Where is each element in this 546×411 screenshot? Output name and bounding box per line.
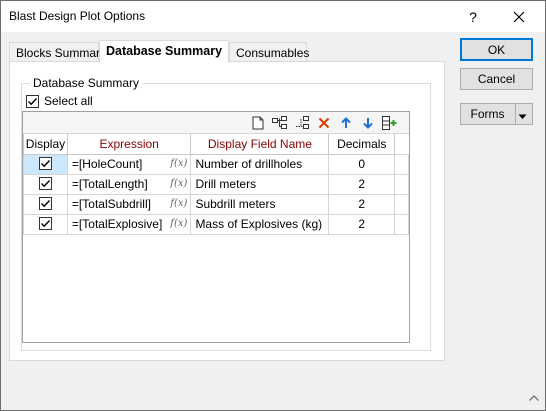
tab-label: Blocks Summary xyxy=(16,46,107,60)
group-label: Database Summary xyxy=(30,76,143,90)
new-row-icon[interactable] xyxy=(249,115,267,131)
header-filler xyxy=(394,134,409,154)
row-filler xyxy=(394,213,409,235)
cancel-button[interactable]: Cancel xyxy=(460,68,533,90)
tab-database-summary[interactable]: Database Summary xyxy=(99,40,229,63)
ok-label: OK xyxy=(487,42,506,57)
expression-text: =[TotalExplosive] xyxy=(71,217,163,231)
decimals-cell[interactable]: 0 xyxy=(328,153,396,175)
function-icon[interactable]: f(x) xyxy=(170,218,187,229)
ok-button[interactable]: OK xyxy=(460,38,533,61)
forms-split-divider xyxy=(515,104,516,124)
checkbox-icon[interactable] xyxy=(38,216,52,230)
table-row[interactable]: =[TotalLength] f(x) Drill meters 2 xyxy=(23,173,409,195)
row-filler xyxy=(394,173,409,195)
add-child-icon[interactable] xyxy=(293,115,311,131)
display-checkbox-cell[interactable] xyxy=(23,153,68,175)
checkbox-icon[interactable] xyxy=(38,176,52,190)
checkbox-icon xyxy=(26,94,39,108)
tab-label: Consumables xyxy=(236,46,310,60)
function-icon[interactable]: f(x) xyxy=(170,198,187,209)
insert-row-icon[interactable] xyxy=(271,115,289,131)
select-all-checkbox[interactable]: Select all xyxy=(26,94,93,108)
column-header-expression[interactable]: Expression xyxy=(66,134,192,155)
checkbox-icon[interactable] xyxy=(38,196,52,210)
summary-table: Display Expression Display Field Name De… xyxy=(23,134,409,235)
move-up-icon[interactable] xyxy=(337,115,355,131)
column-header-display-field-name[interactable]: Display Field Name xyxy=(190,134,330,155)
function-icon[interactable]: f(x) xyxy=(170,178,187,189)
expression-cell[interactable]: =[HoleCount] f(x) xyxy=(66,153,192,175)
insert-column-icon[interactable] xyxy=(381,115,399,131)
field-name-cell[interactable]: Subdrill meters xyxy=(190,193,330,215)
function-icon[interactable]: f(x) xyxy=(170,158,187,169)
close-button[interactable] xyxy=(497,1,541,32)
move-down-icon[interactable] xyxy=(359,115,377,131)
title-bar: Blast Design Plot Options ? xyxy=(1,1,545,32)
tab-blocks-summary[interactable]: Blocks Summary xyxy=(9,42,106,62)
help-button[interactable]: ? xyxy=(451,1,495,32)
tab-consumables[interactable]: Consumables xyxy=(229,42,310,62)
close-icon xyxy=(513,11,525,22)
table-row[interactable]: =[TotalExplosive] f(x) Mass of Explosives… xyxy=(23,213,409,235)
expression-cell[interactable]: =[TotalSubdrill] f(x) xyxy=(66,193,192,215)
field-name-cell[interactable]: Number of drillholes xyxy=(190,153,330,175)
column-header-decimals[interactable]: Decimals xyxy=(328,134,396,155)
forms-label: Forms xyxy=(470,107,505,121)
row-filler xyxy=(394,153,409,175)
select-all-label: Select all xyxy=(44,94,93,108)
tab-panel: Database Summary Select all Display Expr… xyxy=(9,61,445,361)
column-header-display[interactable]: Display xyxy=(23,134,68,155)
expression-text: =[TotalLength] xyxy=(71,177,148,191)
table-row[interactable]: =[TotalSubdrill] f(x) Subdrill meters 2 xyxy=(23,193,409,215)
summary-grid: Display Expression Display Field Name De… xyxy=(22,111,410,343)
cancel-label: Cancel xyxy=(477,72,516,86)
field-name-cell[interactable]: Drill meters xyxy=(190,173,330,195)
help-icon: ? xyxy=(469,8,477,25)
decimals-cell[interactable]: 2 xyxy=(328,193,396,215)
row-filler xyxy=(394,193,409,215)
display-checkbox-cell[interactable] xyxy=(23,173,68,195)
expression-cell[interactable]: =[TotalExplosive] f(x) xyxy=(66,213,192,235)
table-header-row: Display Expression Display Field Name De… xyxy=(23,134,409,155)
expression-cell[interactable]: =[TotalLength] f(x) xyxy=(66,173,192,195)
window-title: Blast Design Plot Options xyxy=(9,9,146,23)
delete-row-icon[interactable] xyxy=(315,115,333,131)
expression-text: =[TotalSubdrill] xyxy=(71,197,151,211)
display-checkbox-cell[interactable] xyxy=(23,213,68,235)
grid-toolbar xyxy=(23,112,409,134)
dialog-window: Blast Design Plot Options ? Blocks Summa… xyxy=(0,0,546,411)
checkbox-icon[interactable] xyxy=(38,156,52,170)
collapse-chevron-icon[interactable] xyxy=(529,390,539,404)
tab-label: Database Summary xyxy=(106,44,223,58)
decimals-cell[interactable]: 2 xyxy=(328,213,396,235)
expression-text: =[HoleCount] xyxy=(71,157,143,171)
forms-dropdown-icon[interactable] xyxy=(518,109,527,123)
decimals-cell[interactable]: 2 xyxy=(328,173,396,195)
display-checkbox-cell[interactable] xyxy=(23,193,68,215)
field-name-cell[interactable]: Mass of Explosives (kg) xyxy=(190,213,330,235)
table-row[interactable]: =[HoleCount] f(x) Number of drillholes 0 xyxy=(23,153,409,175)
